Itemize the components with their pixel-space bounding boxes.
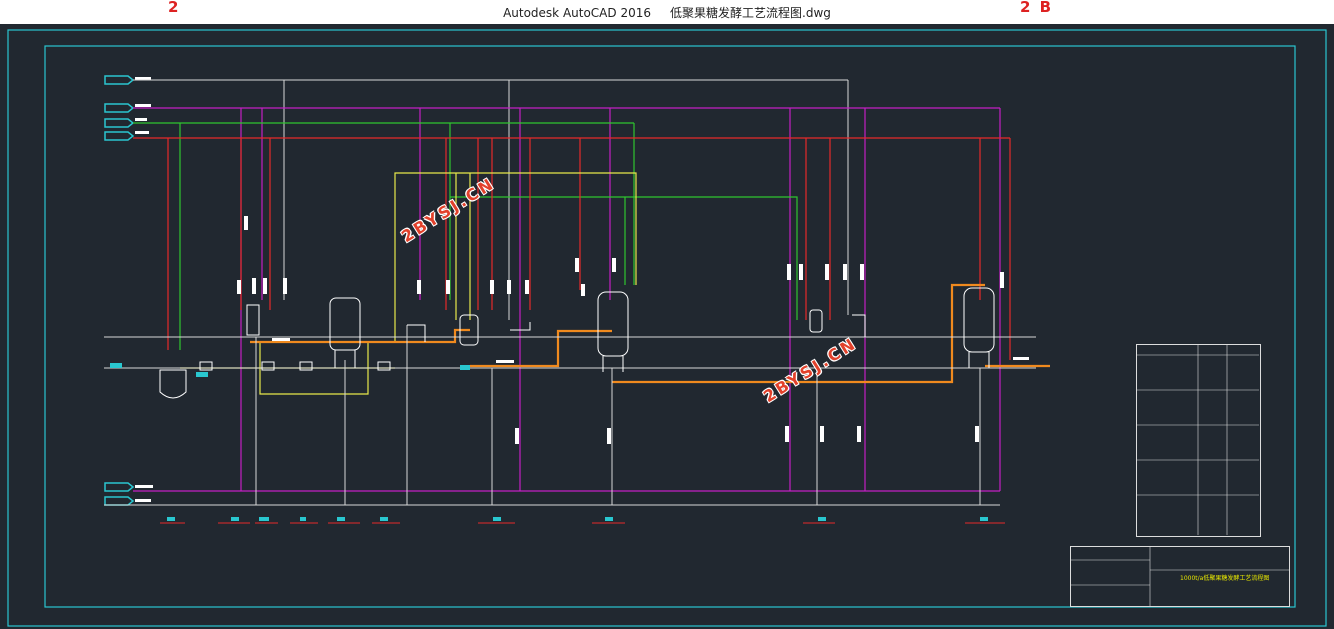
outer-border bbox=[7, 29, 1327, 627]
equipment-tags bbox=[110, 363, 988, 521]
process-flow-diagram bbox=[7, 29, 1327, 627]
legend-table-box bbox=[1136, 344, 1261, 537]
window-title: Autodesk AutoCAD 2016 低聚果糖发酵工艺流程图.dwg bbox=[503, 6, 831, 20]
drawing-name: 1000t/a低聚果糖发酵工艺流程图 bbox=[1180, 575, 1270, 582]
material-line bbox=[180, 172, 637, 395]
platform bbox=[104, 325, 1036, 506]
pipe-tags-bottom bbox=[104, 482, 153, 506]
drawing-canvas[interactable]: 1000t/a低聚果糖发酵工艺流程图 2BYSJ.CN 2BYSJ.CN bbox=[0, 24, 1334, 629]
instruments bbox=[237, 216, 1029, 444]
corner-watermark-left: 2 bbox=[168, 0, 181, 16]
air-line bbox=[133, 122, 798, 350]
water-line bbox=[133, 107, 1001, 492]
title-bar: Autodesk AutoCAD 2016 低聚果糖发酵工艺流程图.dwg 2 … bbox=[0, 0, 1334, 24]
corner-watermark-right: 2 B bbox=[1020, 0, 1054, 16]
steam-line bbox=[133, 137, 1011, 360]
